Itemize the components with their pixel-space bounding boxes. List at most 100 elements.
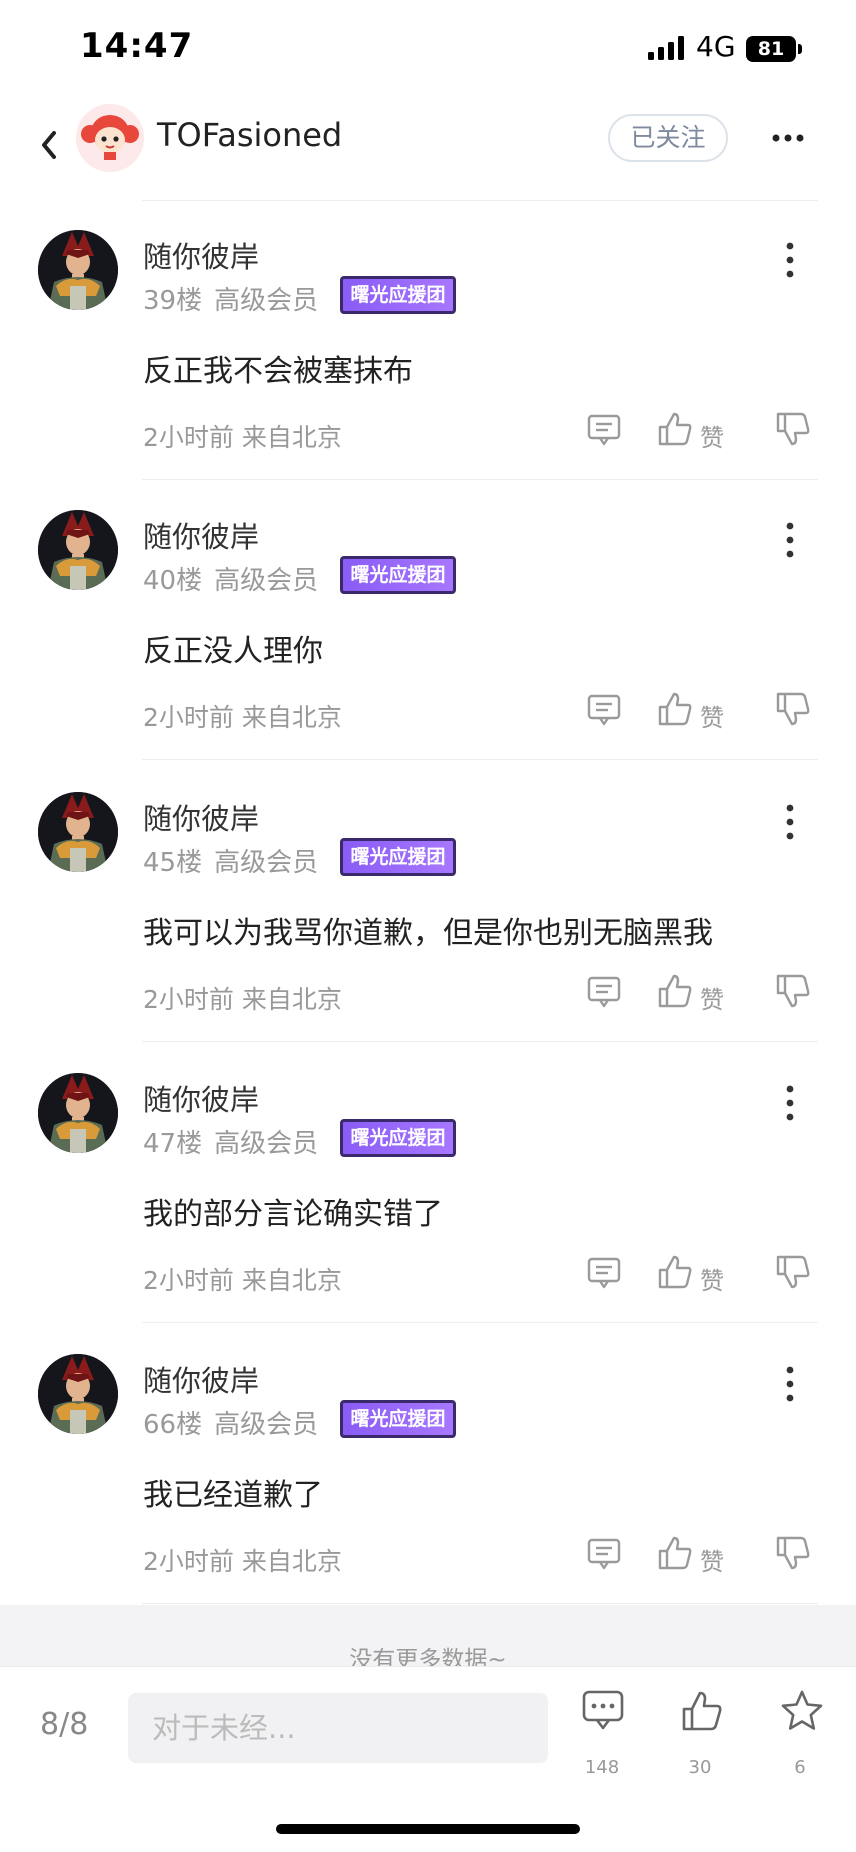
comment-author[interactable]: 随你彼岸 (143, 514, 259, 556)
user-avatar[interactable] (38, 510, 118, 590)
fan-group-badge[interactable]: 曙光应援团 (340, 1119, 456, 1157)
thumbs-down-icon[interactable] (774, 1253, 812, 1291)
comments-button[interactable]: 148 (572, 1689, 632, 1785)
follow-button[interactable]: 已关注 (608, 114, 728, 162)
comment-time-location: 2小时前 来自北京 (143, 423, 342, 452)
divider (142, 1041, 818, 1042)
like-button[interactable]: 赞 (656, 1253, 736, 1295)
comment-meta: 47楼 高级会员 (143, 1123, 318, 1160)
network-type: 4G (696, 30, 736, 63)
divider (142, 759, 818, 760)
like-button[interactable]: 赞 (656, 410, 736, 452)
thumbs-down-icon[interactable] (774, 690, 812, 728)
more-horizontal-icon[interactable] (768, 118, 808, 158)
more-vertical-icon[interactable] (780, 802, 800, 842)
thumbs-down-icon[interactable] (774, 410, 812, 448)
more-vertical-icon[interactable] (780, 240, 800, 280)
more-vertical-icon[interactable] (780, 1083, 800, 1123)
member-level: 高级会员 (214, 286, 319, 316)
reply-icon[interactable] (586, 1255, 622, 1291)
member-level: 高级会员 (214, 848, 319, 878)
comment-author[interactable]: 随你彼岸 (143, 234, 259, 276)
comment-text: 我已经道歉了 (143, 1478, 323, 1513)
like-label: 赞 (700, 424, 724, 452)
comment-meta: 40楼 高级会员 (143, 560, 318, 597)
comment-time-location: 2小时前 来自北京 (143, 1266, 342, 1295)
fan-group-badge[interactable]: 曙光应援团 (340, 1400, 456, 1438)
comment-item: 随你彼岸 47楼 高级会员 曙光应援团 我的部分言论确实错了 2小时前 来自北京 … (0, 1043, 856, 1323)
thumbs-up-icon (658, 412, 692, 446)
comment-item: 随你彼岸 39楼 高级会员 曙光应援团 反正我不会被塞抹布 2小时前 来自北京 赞 (0, 200, 856, 480)
thumbs-up-icon (658, 1255, 692, 1289)
comment-meta: 45楼 高级会员 (143, 842, 318, 879)
thumbs-up-icon (658, 974, 692, 1008)
reply-icon[interactable] (586, 692, 622, 728)
floor-number: 66楼 (143, 1410, 203, 1440)
favorite-button[interactable]: 6 (770, 1689, 830, 1785)
user-avatar[interactable] (38, 1073, 118, 1153)
header-avatar[interactable] (76, 104, 144, 172)
comment-item: 随你彼岸 66楼 高级会员 曙光应援团 我已经道歉了 2小时前 来自北京 赞 (0, 1324, 856, 1604)
comment-author[interactable]: 随你彼岸 (143, 1077, 259, 1119)
like-label: 赞 (700, 1267, 724, 1295)
member-level: 高级会员 (214, 1410, 319, 1440)
like-button[interactable]: 赞 (656, 1534, 736, 1576)
signal-icon (648, 36, 684, 60)
divider (142, 1603, 818, 1604)
character-avatar-icon (38, 230, 118, 310)
comment-bubble-icon (582, 1690, 624, 1730)
comment-author[interactable]: 随你彼岸 (143, 1358, 259, 1400)
thumbs-down-icon[interactable] (774, 972, 812, 1010)
header-bar: TOFasioned 已关注 (0, 96, 856, 200)
battery-icon: 81 (746, 36, 796, 62)
fan-group-badge[interactable]: 曙光应援团 (340, 838, 456, 876)
like-button[interactable]: 赞 (656, 690, 736, 732)
character-avatar-icon (38, 510, 118, 590)
like-button[interactable]: 赞 (656, 972, 736, 1014)
floor-number: 40楼 (143, 566, 203, 596)
like-label: 赞 (700, 704, 724, 732)
comment-text: 我的部分言论确实错了 (143, 1197, 443, 1232)
fan-group-badge[interactable]: 曙光应援团 (340, 556, 456, 594)
status-bar: 14:47 4G 81 (0, 0, 856, 96)
divider (142, 1322, 818, 1323)
comment-input[interactable]: 对于未经... (128, 1693, 548, 1763)
user-avatar[interactable] (38, 230, 118, 310)
comment-meta: 66楼 高级会员 (143, 1404, 318, 1441)
member-level: 高级会员 (214, 1129, 319, 1159)
page-indicator[interactable]: 8/8 (40, 1707, 88, 1742)
like-label: 赞 (700, 1548, 724, 1576)
home-indicator (276, 1824, 580, 1834)
comment-item: 随你彼岸 45楼 高级会员 曙光应援团 我可以为我骂你道歉，但是你也别无脑黑我 2… (0, 762, 856, 1042)
thumbs-up-icon (658, 1536, 692, 1570)
like-post-button[interactable]: 30 (670, 1689, 730, 1785)
user-avatar[interactable] (38, 792, 118, 872)
back-arrow-icon[interactable] (38, 120, 78, 170)
thumbs-up-icon (658, 692, 692, 726)
member-level: 高级会员 (214, 566, 319, 596)
favorites-count: 6 (794, 1757, 806, 1778)
floor-number: 39楼 (143, 286, 203, 316)
comment-text: 反正没人理你 (143, 634, 323, 669)
comment-author[interactable]: 随你彼岸 (143, 796, 259, 838)
reply-icon[interactable] (586, 974, 622, 1010)
fan-group-badge[interactable]: 曙光应援团 (340, 276, 456, 314)
reply-icon[interactable] (586, 412, 622, 448)
character-avatar-icon (38, 792, 118, 872)
more-vertical-icon[interactable] (780, 520, 800, 560)
floor-number: 47楼 (143, 1129, 203, 1159)
battery-nub (798, 44, 802, 54)
comments-count: 148 (584, 1757, 620, 1778)
floor-number: 45楼 (143, 848, 203, 878)
more-vertical-icon[interactable] (780, 1364, 800, 1404)
reply-icon[interactable] (586, 1536, 622, 1572)
character-avatar-icon (38, 1354, 118, 1434)
thumbs-down-icon[interactable] (774, 1534, 812, 1572)
thumbs-up-icon (682, 1691, 722, 1731)
comment-text: 我可以为我骂你道歉，但是你也别无脑黑我 (143, 916, 713, 951)
user-avatar[interactable] (38, 1354, 118, 1434)
comment-meta: 39楼 高级会员 (143, 280, 318, 317)
comment-text: 反正我不会被塞抹布 (143, 354, 413, 389)
comment-time-location: 2小时前 来自北京 (143, 985, 342, 1014)
likes-count: 30 (688, 1757, 712, 1778)
